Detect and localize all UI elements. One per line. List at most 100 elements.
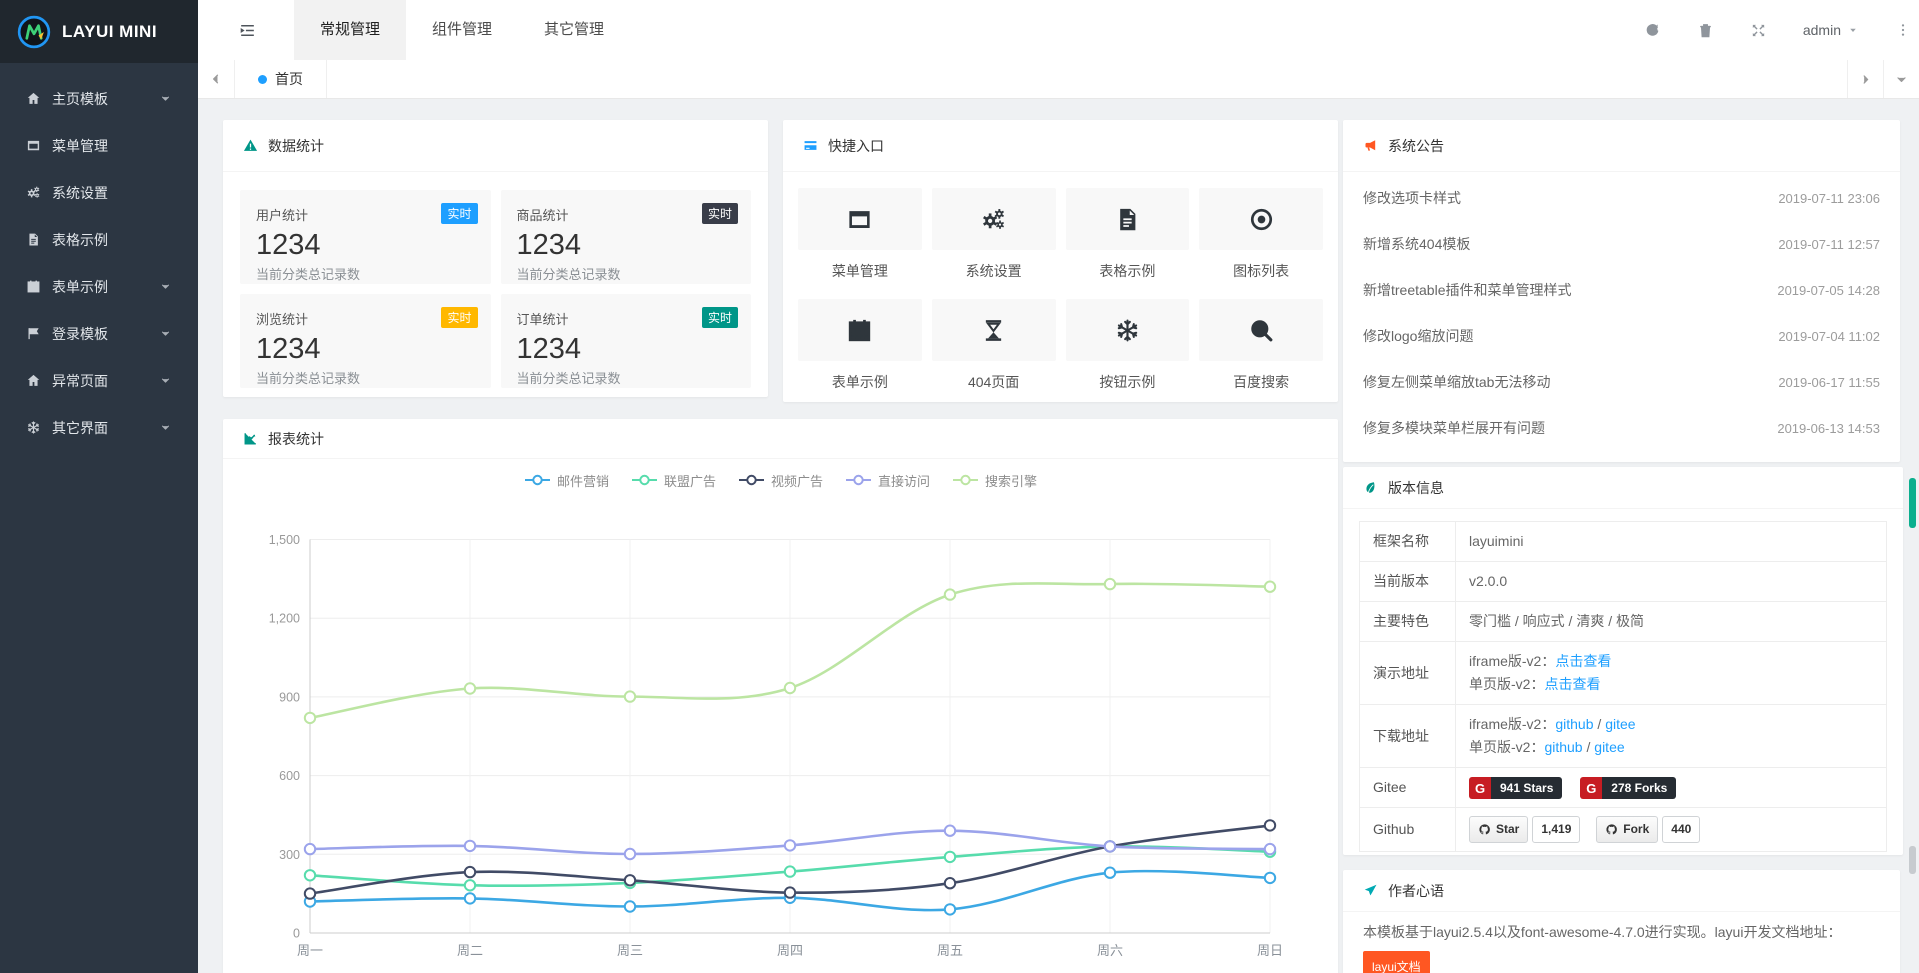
svg-text:1,200: 1,200 xyxy=(269,612,300,626)
announcement-item[interactable]: 修复多模块菜单栏展开有问题 2019-06-13 14:53 xyxy=(1343,405,1900,451)
table-row: Github Star 1,419 Fork 440 xyxy=(1360,808,1887,852)
stat-desc: 当前分类总记录数 xyxy=(517,368,736,387)
stats-grid: 用户统计 实时 1234 当前分类总记录数 商品统计 实时 1234 当前分类总… xyxy=(223,172,768,406)
sidebar-item[interactable]: 异常页面 xyxy=(0,357,198,404)
announcement-item[interactable]: 修改logo缩放问题 2019-07-04 11:02 xyxy=(1343,313,1900,359)
legend-item[interactable]: 搜索引擎 xyxy=(952,471,1037,490)
stat-card: 订单统计 实时 1234 当前分类总记录数 xyxy=(501,294,752,388)
sidebar-item[interactable]: 菜单管理 xyxy=(0,122,198,169)
announcement-item[interactable]: 修复左侧菜单缩放tab无法移动 2019-06-17 11:55 xyxy=(1343,359,1900,405)
download-github-link[interactable]: github xyxy=(1555,716,1593,732)
username: admin xyxy=(1803,22,1841,38)
download-github-link[interactable]: github xyxy=(1544,739,1582,755)
legend-item[interactable]: 直接访问 xyxy=(845,471,930,490)
tab-bar-spacer xyxy=(327,60,1847,98)
demo-onepage-link[interactable]: 点击查看 xyxy=(1544,676,1600,692)
stat-card: 用户统计 实时 1234 当前分类总记录数 xyxy=(240,190,491,284)
tab-scroll-left-icon[interactable] xyxy=(198,60,235,98)
tab-home[interactable]: 首页 xyxy=(235,60,327,98)
scrollbar-track-segment[interactable] xyxy=(1909,846,1916,874)
layui-doc-button[interactable]: layui文档 xyxy=(1363,951,1430,973)
announcement-item[interactable]: 新增treetable插件和菜单管理样式 2019-07-05 14:28 xyxy=(1343,267,1900,313)
shortcuts-grid: 菜单管理 系统设置 表格示例 图标列表 表单示例 404页面 xyxy=(783,172,1338,408)
chevron-down-icon xyxy=(160,422,171,433)
report-panel-title: 报表统计 xyxy=(268,429,324,449)
shortcut-item[interactable]: 表格示例 xyxy=(1066,188,1190,281)
github-fork-button[interactable]: Fork xyxy=(1596,816,1658,843)
stat-value: 1234 xyxy=(517,228,736,262)
shortcut-item[interactable]: 表单示例 xyxy=(798,299,922,392)
chevron-down-icon xyxy=(160,281,171,292)
github-star-count[interactable]: 1,419 xyxy=(1532,816,1580,843)
clear-cache-icon[interactable] xyxy=(1697,22,1714,39)
announcements-panel: 系统公告 修改选项卡样式 2019-07-11 23:06 新增系统404模板 … xyxy=(1343,120,1900,462)
stat-card: 商品统计 实时 1234 当前分类总记录数 xyxy=(501,190,752,284)
announcement-item[interactable]: 修改选项卡样式 2019-07-11 23:06 xyxy=(1343,175,1900,221)
shortcut-item[interactable]: 按钮示例 xyxy=(1066,299,1190,392)
scrollbar-thumb[interactable] xyxy=(1909,478,1916,528)
github-fork-count[interactable]: 440 xyxy=(1662,816,1700,843)
status-badge: 实时 xyxy=(441,203,477,224)
shortcut-item[interactable]: 系统设置 xyxy=(932,188,1056,281)
paper-plane-icon xyxy=(1363,883,1378,898)
gitee-stars-badge[interactable]: G941 Stars xyxy=(1469,777,1562,799)
header-nav-tab[interactable]: 组件管理 xyxy=(406,0,518,60)
sidebar-item[interactable]: 系统设置 xyxy=(0,169,198,216)
more-menu-icon[interactable] xyxy=(1895,22,1911,38)
menu-toggle-icon[interactable] xyxy=(226,0,268,60)
gitee-forks-badge[interactable]: G278 Forks xyxy=(1580,777,1676,799)
file-icon xyxy=(1114,206,1141,233)
github-star-button[interactable]: Star xyxy=(1469,816,1528,843)
stat-value: 1234 xyxy=(517,332,736,366)
announcement-date: 2019-07-11 23:06 xyxy=(1778,191,1880,206)
tab-home-label: 首页 xyxy=(275,69,303,89)
announcement-date: 2019-07-05 14:28 xyxy=(1777,283,1880,298)
fullscreen-icon[interactable] xyxy=(1750,22,1767,39)
announcement-date: 2019-06-13 14:53 xyxy=(1777,421,1880,436)
tab-scroll-right-icon[interactable] xyxy=(1847,60,1883,98)
svg-text:周二: 周二 xyxy=(457,943,483,958)
shortcut-label: 百度搜索 xyxy=(1199,372,1323,392)
page-tab-bar: 首页 xyxy=(198,60,1919,99)
chevron-down-icon xyxy=(160,375,171,386)
download-gitee-link[interactable]: gitee xyxy=(1594,739,1624,755)
app-title: LAYUI MINI xyxy=(62,22,157,42)
top-header: 常规管理组件管理其它管理 admin xyxy=(198,0,1919,60)
shortcut-item[interactable]: 百度搜索 xyxy=(1199,299,1323,392)
header-nav-tab[interactable]: 其它管理 xyxy=(518,0,630,60)
download-gitee-link[interactable]: gitee xyxy=(1605,716,1635,732)
shortcut-label: 按钮示例 xyxy=(1066,372,1190,392)
svg-text:600: 600 xyxy=(279,769,300,783)
file-icon xyxy=(26,232,41,247)
legend-item[interactable]: 联盟广告 xyxy=(631,471,716,490)
svg-text:周五: 周五 xyxy=(937,943,963,958)
app-logo[interactable]: LAYUI MINI xyxy=(0,0,198,63)
shortcut-item[interactable]: 404页面 xyxy=(932,299,1056,392)
sidebar-item[interactable]: 表格示例 xyxy=(0,216,198,263)
shortcut-item[interactable]: 图标列表 xyxy=(1199,188,1323,281)
sidebar-item[interactable]: 登录模板 xyxy=(0,310,198,357)
demo-iframe-link[interactable]: 点击查看 xyxy=(1555,653,1611,669)
shortcut-item[interactable]: 菜单管理 xyxy=(798,188,922,281)
announcement-text: 修改选项卡样式 xyxy=(1363,188,1461,208)
author-panel-title: 作者心语 xyxy=(1388,881,1444,901)
announcement-text: 修复多模块菜单栏展开有问题 xyxy=(1363,418,1545,438)
sidebar-item[interactable]: 其它界面 xyxy=(0,404,198,451)
sidebar-item[interactable]: 主页模板 xyxy=(0,75,198,122)
announcement-item[interactable]: 新增系统404模板 2019-07-11 12:57 xyxy=(1343,221,1900,267)
status-badge: 实时 xyxy=(702,203,738,224)
table-row: 演示地址 iframe版-v2：点击查看 单页版-v2：点击查看 xyxy=(1360,642,1887,705)
dot-circle-icon xyxy=(1248,206,1275,233)
chart-line-icon xyxy=(243,431,258,446)
shortcuts-panel-title: 快捷入口 xyxy=(828,136,884,156)
tab-operations-icon[interactable] xyxy=(1883,60,1919,98)
legend-item[interactable]: 视频广告 xyxy=(738,471,823,490)
header-nav-tab[interactable]: 常规管理 xyxy=(294,0,406,60)
github-octocat-icon xyxy=(1605,823,1618,836)
stat-desc: 当前分类总记录数 xyxy=(517,264,736,283)
legend-item[interactable]: 邮件营销 xyxy=(524,471,609,490)
sidebar-item[interactable]: 表单示例 xyxy=(0,263,198,310)
refresh-icon[interactable] xyxy=(1644,22,1661,39)
user-menu[interactable]: admin xyxy=(1803,22,1859,38)
gitee-logo-icon: G xyxy=(1580,777,1602,799)
